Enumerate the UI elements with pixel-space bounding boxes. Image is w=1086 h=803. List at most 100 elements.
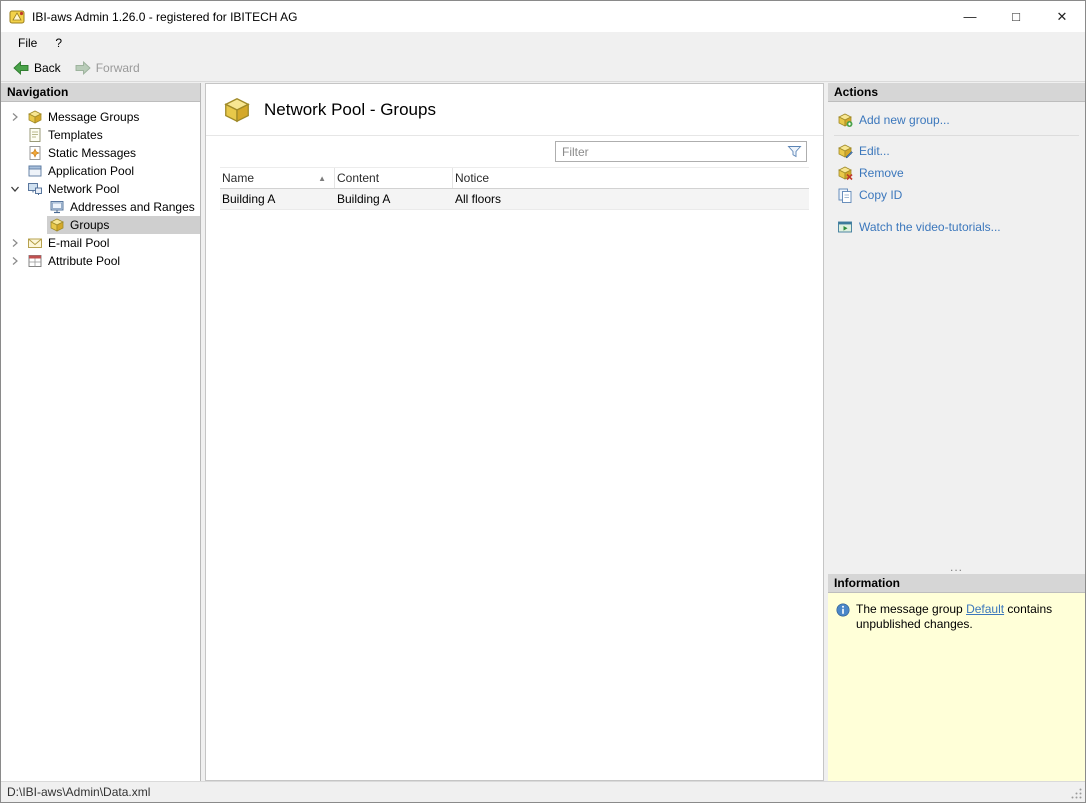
column-label: Notice bbox=[455, 171, 490, 185]
action-copy-id[interactable]: Copy ID bbox=[828, 184, 1085, 206]
column-header-name[interactable]: Name ▲ bbox=[220, 168, 335, 188]
navigation-header: Navigation bbox=[1, 83, 200, 102]
action-label: Edit... bbox=[859, 144, 890, 158]
sidebar-item-label: Message Groups bbox=[48, 110, 140, 124]
actions-overflow-handle[interactable]: ... bbox=[828, 561, 1085, 574]
video-tutorials-icon bbox=[838, 221, 852, 233]
action-label: Copy ID bbox=[859, 188, 903, 202]
action-label: Remove bbox=[859, 166, 904, 180]
actions-spacer bbox=[828, 238, 1085, 562]
information-panel: The message group Default contains unpub… bbox=[828, 593, 1085, 781]
resize-grip[interactable] bbox=[1070, 787, 1083, 800]
chevron-right-icon[interactable] bbox=[7, 112, 23, 122]
back-label: Back bbox=[34, 60, 61, 75]
sidebar-item-addresses-and-ranges[interactable]: Addresses and Ranges bbox=[1, 198, 200, 216]
maximize-button[interactable]: □ bbox=[993, 1, 1039, 32]
cell-content: Building A bbox=[337, 192, 391, 206]
column-header-notice[interactable]: Notice bbox=[453, 168, 809, 188]
close-button[interactable]: ✕ bbox=[1039, 1, 1085, 32]
actions-header: Actions bbox=[828, 83, 1085, 102]
column-label: Name bbox=[222, 171, 255, 185]
sidebar-item-label: Addresses and Ranges bbox=[70, 200, 195, 214]
information-header: Information bbox=[828, 574, 1085, 593]
action-remove[interactable]: Remove bbox=[828, 162, 1085, 184]
main-panel: Network Pool - Groups Name ▲ bbox=[205, 83, 824, 781]
info-text-before: The message group bbox=[856, 602, 967, 616]
default-group-link[interactable]: Default bbox=[966, 602, 1004, 616]
sidebar-item-templates[interactable]: Templates bbox=[1, 126, 200, 144]
status-bar: D:\IBI-aws\Admin\Data.xml bbox=[1, 781, 1085, 802]
chevron-right-icon[interactable] bbox=[7, 238, 23, 248]
sidebar-item-email-pool[interactable]: E-mail Pool bbox=[1, 234, 200, 252]
sidebar-item-attribute-pool[interactable]: Attribute Pool bbox=[1, 252, 200, 270]
app-icon bbox=[9, 10, 25, 23]
filter-input[interactable] bbox=[556, 144, 787, 159]
filter-bar bbox=[206, 136, 823, 167]
info-icon bbox=[836, 603, 850, 617]
action-label: Watch the video-tutorials... bbox=[859, 220, 1001, 234]
sidebar-item-label: Templates bbox=[48, 128, 103, 142]
sidebar-item-static-messages[interactable]: Static Messages bbox=[1, 144, 200, 162]
edit-icon bbox=[838, 144, 853, 159]
page-title-icon bbox=[224, 97, 250, 122]
info-text: The message group Default contains unpub… bbox=[856, 602, 1071, 632]
menu-item-help[interactable]: ? bbox=[46, 34, 71, 52]
toolbar: Back Forward bbox=[1, 54, 1085, 82]
chevron-down-icon[interactable] bbox=[7, 184, 23, 194]
action-add-new-group[interactable]: Add new group... bbox=[828, 109, 1085, 131]
page-header: Network Pool - Groups bbox=[206, 84, 823, 136]
sidebar-item-network-pool[interactable]: Network Pool bbox=[1, 180, 200, 198]
static-messages-icon bbox=[29, 146, 41, 160]
groups-table: Name ▲ Content Notice Building A Buildin… bbox=[220, 167, 809, 210]
cell-notice: All floors bbox=[455, 192, 502, 206]
sidebar-item-label: E-mail Pool bbox=[48, 236, 110, 250]
minimize-button[interactable]: — bbox=[947, 1, 993, 32]
forward-arrow-icon bbox=[75, 60, 91, 75]
addresses-ranges-icon bbox=[50, 201, 64, 214]
sidebar-item-label: Groups bbox=[70, 218, 110, 232]
remove-icon bbox=[838, 166, 853, 181]
action-edit[interactable]: Edit... bbox=[828, 140, 1085, 162]
main-layout: Navigation Message Groups Templates Stat… bbox=[1, 83, 1085, 781]
templates-icon bbox=[29, 128, 41, 142]
network-pool-icon bbox=[28, 183, 42, 195]
actions-panel: Actions Add new group... Edit... Remove … bbox=[828, 83, 1085, 781]
sidebar-item-label: Network Pool bbox=[48, 182, 120, 196]
actions-separator bbox=[834, 135, 1079, 136]
email-pool-icon bbox=[28, 238, 42, 248]
message-groups-icon bbox=[28, 110, 42, 124]
sidebar-item-label: Static Messages bbox=[48, 146, 137, 160]
status-path: D:\IBI-aws\Admin\Data.xml bbox=[7, 785, 151, 799]
filter-funnel-icon[interactable] bbox=[787, 144, 802, 159]
back-arrow-icon bbox=[13, 60, 29, 75]
page-title: Network Pool - Groups bbox=[264, 99, 436, 119]
window-titlebar: IBI-aws Admin 1.26.0 - registered for IB… bbox=[1, 1, 1085, 32]
table-header-row: Name ▲ Content Notice bbox=[220, 167, 809, 189]
menu-item-file[interactable]: File bbox=[9, 34, 46, 52]
sidebar-item-label: Application Pool bbox=[48, 164, 135, 178]
chevron-right-icon[interactable] bbox=[7, 256, 23, 266]
navigation-tree: Message Groups Templates Static Messages… bbox=[1, 102, 200, 270]
table-row[interactable]: Building A Building A All floors bbox=[220, 189, 809, 210]
sidebar-item-message-groups[interactable]: Message Groups bbox=[1, 108, 200, 126]
column-header-content[interactable]: Content bbox=[335, 168, 453, 188]
menubar: File ? bbox=[1, 32, 1085, 54]
actions-gap bbox=[828, 206, 1085, 216]
add-group-icon bbox=[838, 113, 853, 127]
action-watch-tutorials[interactable]: Watch the video-tutorials... bbox=[828, 216, 1085, 238]
filter-box bbox=[555, 141, 807, 162]
cell-name: Building A bbox=[222, 192, 276, 206]
copy-icon bbox=[838, 188, 852, 203]
sidebar-item-groups[interactable]: Groups bbox=[1, 216, 200, 234]
groups-icon bbox=[50, 218, 64, 232]
actions-list: Add new group... Edit... Remove Copy ID … bbox=[828, 102, 1085, 238]
action-label: Add new group... bbox=[859, 113, 950, 127]
navigation-panel: Navigation Message Groups Templates Stat… bbox=[1, 83, 201, 781]
window-title: IBI-aws Admin 1.26.0 - registered for IB… bbox=[32, 9, 298, 24]
back-button[interactable]: Back bbox=[6, 57, 68, 79]
sort-asc-icon: ▲ bbox=[318, 173, 326, 183]
app-window: IBI-aws Admin 1.26.0 - registered for IB… bbox=[0, 0, 1086, 803]
column-label: Content bbox=[337, 171, 380, 185]
forward-button[interactable]: Forward bbox=[68, 57, 147, 79]
sidebar-item-application-pool[interactable]: Application Pool bbox=[1, 162, 200, 180]
